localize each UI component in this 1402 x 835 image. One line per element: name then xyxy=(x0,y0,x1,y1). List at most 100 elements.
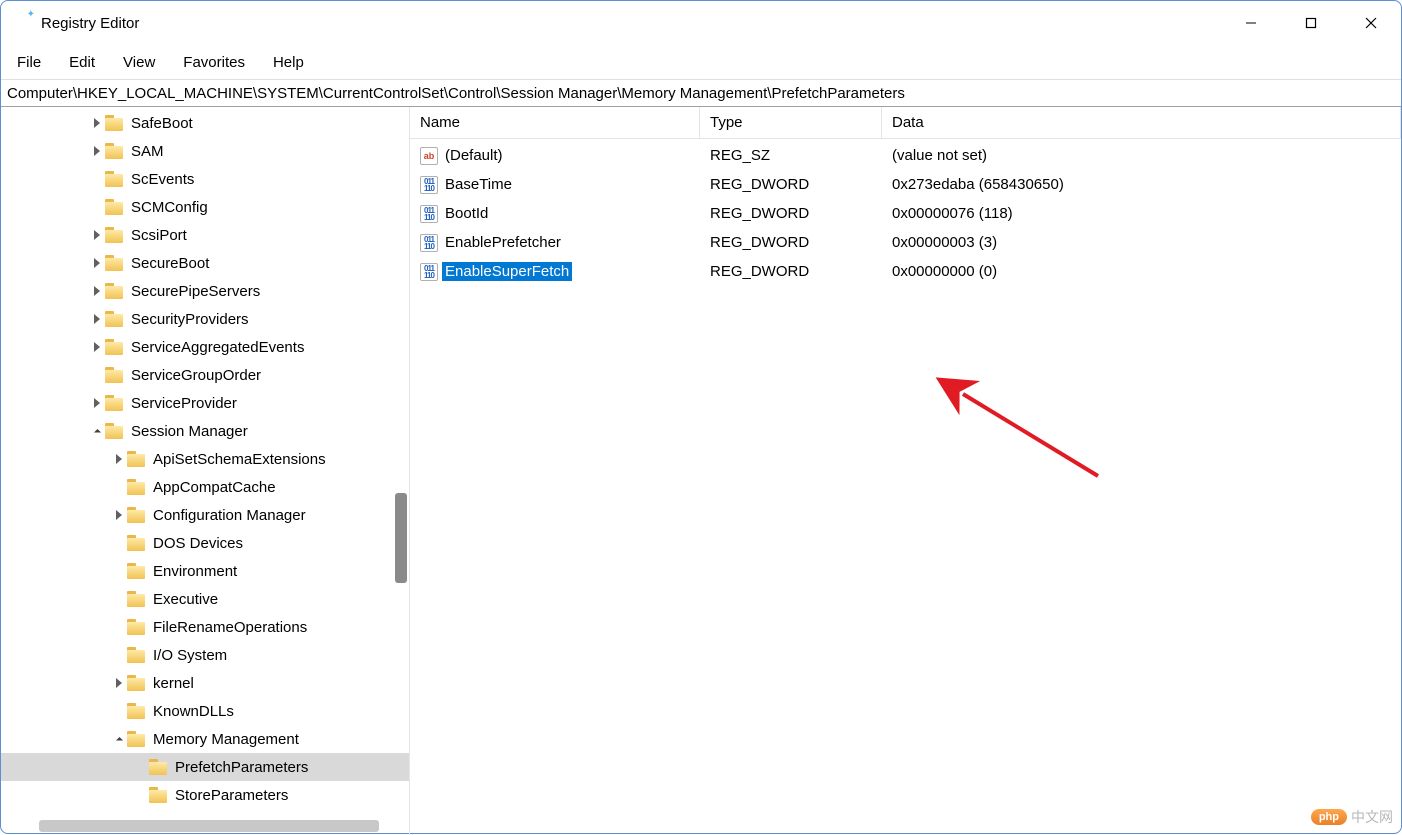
reg-dword-icon: 011110 xyxy=(420,234,438,252)
tree-item-label: SCMConfig xyxy=(131,197,212,218)
folder-icon xyxy=(105,395,125,411)
tree-item[interactable]: SecurityProviders xyxy=(1,305,409,333)
tree-item-label: Executive xyxy=(153,589,222,610)
tree-item[interactable]: Configuration Manager xyxy=(1,501,409,529)
chevron-right-icon[interactable] xyxy=(89,286,105,296)
column-name[interactable]: Name xyxy=(410,107,700,138)
chevron-right-icon[interactable] xyxy=(89,146,105,156)
tree-item[interactable]: DOS Devices xyxy=(1,529,409,557)
scrollbar-thumb[interactable] xyxy=(395,493,407,583)
chevron-right-icon[interactable] xyxy=(89,342,105,352)
tree-item-label: ScsiPort xyxy=(131,225,191,246)
chevron-down-icon[interactable] xyxy=(111,737,127,742)
tree-item[interactable]: ServiceGroupOrder xyxy=(1,361,409,389)
tree-item[interactable]: ScEvents xyxy=(1,165,409,193)
tree-item[interactable]: SAM xyxy=(1,137,409,165)
value-row[interactable]: 011110EnableSuperFetchREG_DWORD0x0000000… xyxy=(410,257,1401,286)
registry-tree[interactable]: SafeBootSAM ScEvents SCMConfig ScsiPort Secu… xyxy=(1,107,409,809)
column-data[interactable]: Data xyxy=(882,107,1401,138)
value-row[interactable]: 011110BaseTimeREG_DWORD0x273edaba (65843… xyxy=(410,170,1401,199)
tree-item[interactable]: SecureBoot xyxy=(1,249,409,277)
watermark: php 中文网 xyxy=(1311,807,1393,827)
chevron-down-icon[interactable] xyxy=(89,429,105,434)
tree-item[interactable]: SCMConfig xyxy=(1,193,409,221)
folder-icon xyxy=(127,647,147,663)
value-name: BootId xyxy=(442,204,491,223)
menubar: File Edit View Favorites Help xyxy=(1,45,1401,79)
folder-icon xyxy=(105,171,125,187)
chevron-right-icon[interactable] xyxy=(111,678,127,688)
value-type: REG_DWORD xyxy=(700,205,882,222)
value-row[interactable]: ab(Default)REG_SZ(value not set) xyxy=(410,141,1401,170)
tree-item[interactable]: Environment xyxy=(1,557,409,585)
chevron-right-icon[interactable] xyxy=(89,398,105,408)
chevron-right-icon[interactable] xyxy=(89,230,105,240)
minimize-button[interactable] xyxy=(1221,1,1281,45)
scrollbar-thumb[interactable] xyxy=(39,820,379,832)
watermark-text: 中文网 xyxy=(1351,807,1393,827)
reg-dword-icon: 011110 xyxy=(420,205,438,223)
tree-item-label: kernel xyxy=(153,673,198,694)
value-name: (Default) xyxy=(442,146,506,165)
tree-item[interactable]: ApiSetSchemaExtensions xyxy=(1,445,409,473)
tree-item[interactable]: ServiceProvider xyxy=(1,389,409,417)
value-row[interactable]: 011110BootIdREG_DWORD0x00000076 (118) xyxy=(410,199,1401,228)
tree-item[interactable]: KnownDLLs xyxy=(1,697,409,725)
tree-item[interactable]: Executive xyxy=(1,585,409,613)
tree-item-label: Environment xyxy=(153,561,241,582)
value-type: REG_DWORD xyxy=(700,176,882,193)
addressbar[interactable]: Computer\HKEY_LOCAL_MACHINE\SYSTEM\Curre… xyxy=(1,79,1401,107)
watermark-pill: php xyxy=(1311,809,1347,825)
tree-item[interactable]: ScsiPort xyxy=(1,221,409,249)
folder-icon xyxy=(127,675,147,691)
menu-view[interactable]: View xyxy=(111,50,167,75)
value-type: REG_SZ xyxy=(700,147,882,164)
folder-icon xyxy=(127,451,147,467)
chevron-right-icon[interactable] xyxy=(111,510,127,520)
value-row[interactable]: 011110EnablePrefetcherREG_DWORD0x0000000… xyxy=(410,228,1401,257)
address-path: Computer\HKEY_LOCAL_MACHINE\SYSTEM\Curre… xyxy=(7,85,905,102)
tree-item[interactable]: Session Manager xyxy=(1,417,409,445)
folder-icon xyxy=(127,563,147,579)
folder-icon xyxy=(149,759,169,775)
tree-item-label: ServiceGroupOrder xyxy=(131,365,265,386)
tree-item-label: AppCompatCache xyxy=(153,477,280,498)
folder-icon xyxy=(105,311,125,327)
folder-icon xyxy=(127,535,147,551)
tree-item[interactable]: Memory Management xyxy=(1,725,409,753)
value-list[interactable]: ab(Default)REG_SZ(value not set)011110Ba… xyxy=(410,139,1401,835)
tree-item[interactable]: ServiceAggregatedEvents xyxy=(1,333,409,361)
tree-item[interactable]: SecurePipeServers xyxy=(1,277,409,305)
chevron-right-icon[interactable] xyxy=(111,454,127,464)
tree-item[interactable]: AppCompatCache xyxy=(1,473,409,501)
maximize-button[interactable] xyxy=(1281,1,1341,45)
tree-item[interactable]: StoreParameters xyxy=(1,781,409,809)
menu-help[interactable]: Help xyxy=(261,50,316,75)
tree-item[interactable]: FileRenameOperations xyxy=(1,613,409,641)
folder-icon xyxy=(105,367,125,383)
value-name: EnableSuperFetch xyxy=(442,262,572,281)
vertical-scrollbar[interactable] xyxy=(393,107,409,835)
folder-icon xyxy=(127,731,147,747)
folder-icon xyxy=(127,619,147,635)
tree-item-label: FileRenameOperations xyxy=(153,617,311,638)
chevron-right-icon[interactable] xyxy=(89,118,105,128)
tree-item[interactable]: SafeBoot xyxy=(1,109,409,137)
column-type[interactable]: Type xyxy=(700,107,882,138)
tree-item-label: ScEvents xyxy=(131,169,198,190)
horizontal-scrollbar[interactable] xyxy=(1,817,393,835)
menu-favorites[interactable]: Favorites xyxy=(171,50,257,75)
folder-icon xyxy=(105,143,125,159)
tree-item-label: I/O System xyxy=(153,645,231,666)
close-button[interactable] xyxy=(1341,1,1401,45)
tree-item[interactable]: kernel xyxy=(1,669,409,697)
menu-edit[interactable]: Edit xyxy=(57,50,107,75)
chevron-right-icon[interactable] xyxy=(89,258,105,268)
tree-item-label: Session Manager xyxy=(131,421,252,442)
menu-file[interactable]: File xyxy=(5,50,53,75)
value-type: REG_DWORD xyxy=(700,263,882,280)
tree-item[interactable]: PrefetchParameters xyxy=(1,753,409,781)
value-name: EnablePrefetcher xyxy=(442,233,564,252)
chevron-right-icon[interactable] xyxy=(89,314,105,324)
tree-item[interactable]: I/O System xyxy=(1,641,409,669)
